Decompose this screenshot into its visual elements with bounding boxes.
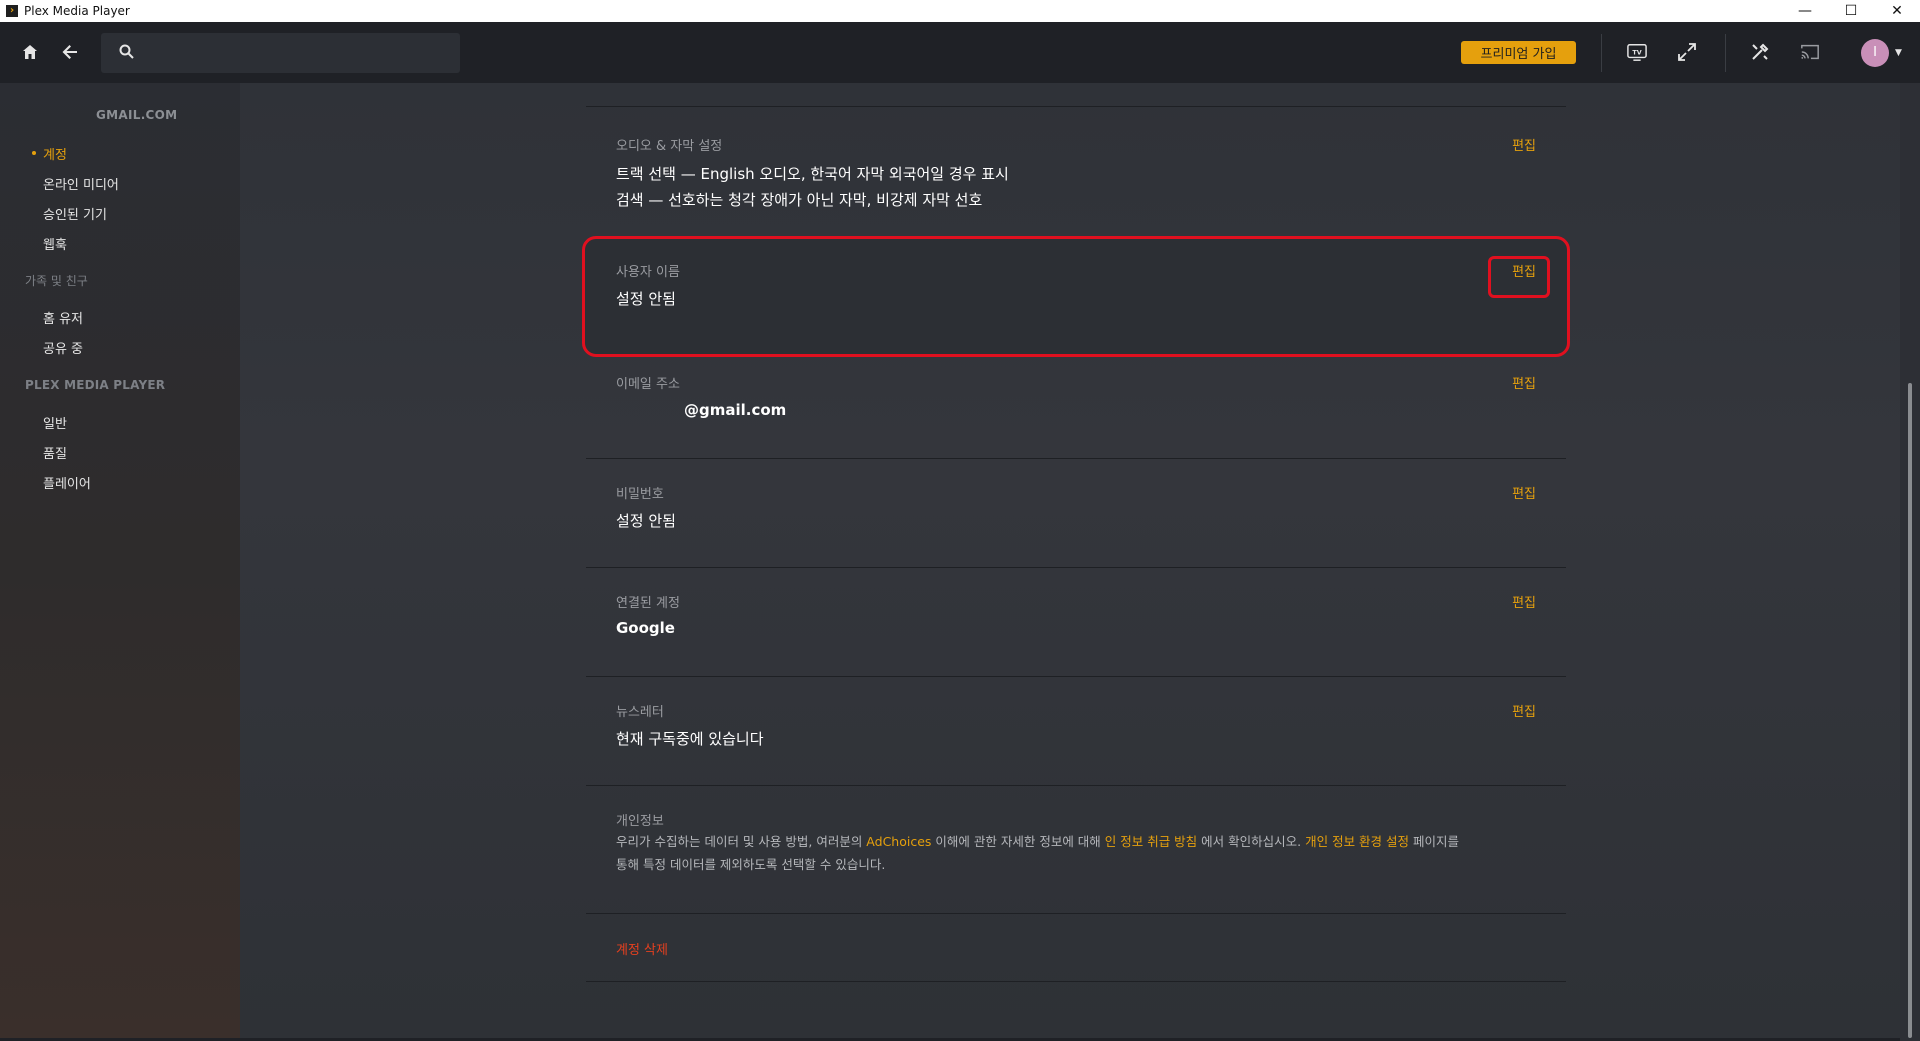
privacy-text-1: 우리가 수집하는 데이터 및 사용 방법, 여러분의 xyxy=(616,834,867,849)
linked-account-row: 연결된 계정 Google 편집 xyxy=(586,568,1566,677)
sidebar-item-player[interactable]: 플레이어 xyxy=(43,473,91,492)
scrollbar-thumb[interactable] xyxy=(1908,383,1912,1038)
privacy-policy-link[interactable]: 인 정보 취급 방침 xyxy=(1105,834,1197,849)
email-value: @gmail.com xyxy=(684,401,787,419)
username-value: 설정 안됨 xyxy=(616,290,676,308)
minimize-button[interactable]: — xyxy=(1782,0,1828,22)
privacy-preferences-link[interactable]: 개인 정보 환경 설정 xyxy=(1305,834,1409,849)
window-title: Plex Media Player xyxy=(24,4,130,18)
newsletter-edit-link[interactable]: 편집 xyxy=(1512,701,1536,720)
search-icon xyxy=(119,44,134,63)
divider xyxy=(1725,34,1726,72)
password-row: 비밀번호 설정 안됨 편집 xyxy=(586,459,1566,568)
fullscreen-icon[interactable] xyxy=(1677,42,1697,62)
main-scrollbar[interactable] xyxy=(1900,83,1920,1041)
sidebar-section-family: 가족 및 친구 xyxy=(25,274,88,288)
sidebar-item-quality[interactable]: 품질 xyxy=(43,443,67,462)
newsletter-label: 뉴스레터 xyxy=(616,705,664,720)
username-label: 사용자 이름 xyxy=(616,265,680,280)
edit-highlight-box xyxy=(1488,256,1550,298)
top-navigation-bar: 프리미엄 가입 TV I ▼ xyxy=(0,22,1920,83)
user-avatar[interactable]: I xyxy=(1861,38,1889,67)
privacy-label: 개인정보 xyxy=(616,814,664,829)
divider xyxy=(1601,34,1602,72)
window-controls: — ☐ ✕ xyxy=(1782,0,1920,22)
sidebar-section-player: PLEX MEDIA PLAYER xyxy=(25,378,166,392)
privacy-text-4: 페이지를 xyxy=(1409,834,1459,849)
sidebar-item-webhooks[interactable]: 웹훅 xyxy=(43,234,67,253)
sidebar-item-online-media[interactable]: 온라인 미디어 xyxy=(43,174,119,193)
account-email: GMAIL.COM xyxy=(96,108,178,122)
adchoices-link[interactable]: AdChoices xyxy=(866,834,931,849)
username-row: 사용자 이름 설정 안됨 편집 xyxy=(586,239,1566,354)
cast-icon[interactable] xyxy=(1800,42,1820,62)
active-indicator-icon xyxy=(32,151,36,155)
maximize-button[interactable]: ☐ xyxy=(1828,0,1874,22)
delete-account-row: 계정 삭제 xyxy=(586,914,1566,982)
audio-subtitle-label: 오디오 & 자막 설정 xyxy=(616,139,723,154)
privacy-row: 개인정보 우리가 수집하는 데이터 및 사용 방법, 여러분의 AdChoice… xyxy=(586,786,1566,914)
sidebar-item-sharing[interactable]: 공유 중 xyxy=(43,338,83,357)
search-input[interactable] xyxy=(144,45,444,61)
newsletter-value: 현재 구독중에 있습니다 xyxy=(616,730,764,748)
settings-sidebar: GMAIL.COM 계정 온라인 미디어 승인된 기기 웹훅 가족 및 친구 홈… xyxy=(0,83,240,1041)
plex-app-icon: › xyxy=(6,5,18,17)
settings-tools-icon[interactable] xyxy=(1750,42,1770,62)
newsletter-row: 뉴스레터 현재 구독중에 있습니다 편집 xyxy=(586,677,1566,786)
premium-signup-button[interactable]: 프리미엄 가입 xyxy=(1461,41,1576,64)
sidebar-item-account[interactable]: 계정 xyxy=(43,144,67,163)
svg-text:TV: TV xyxy=(1632,49,1641,56)
chevron-down-icon: ▼ xyxy=(1895,47,1902,58)
privacy-text-2: 이해에 관한 자세한 정보에 대해 xyxy=(931,834,1105,849)
linked-account-edit-link[interactable]: 편집 xyxy=(1512,592,1536,611)
home-icon[interactable] xyxy=(20,42,40,62)
email-row: 이메일 주소 @gmail.com 편집 xyxy=(586,353,1566,459)
privacy-text-3: 에서 확인하십시오. xyxy=(1197,834,1306,849)
sidebar-item-general[interactable]: 일반 xyxy=(43,413,67,432)
user-menu[interactable]: I ▼ xyxy=(1861,22,1902,83)
audio-track-selection: 트랙 선택 — English 오디오, 한국어 자막 외국어일 경우 표시 xyxy=(616,165,1009,183)
sidebar-item-authorized-devices[interactable]: 승인된 기기 xyxy=(43,204,107,223)
privacy-description: 우리가 수집하는 데이터 및 사용 방법, 여러분의 AdChoices 이해에… xyxy=(616,830,1546,876)
close-button[interactable]: ✕ xyxy=(1874,0,1920,22)
search-box[interactable] xyxy=(101,33,460,73)
linked-account-value: Google xyxy=(616,619,675,637)
password-label: 비밀번호 xyxy=(616,487,664,502)
email-label: 이메일 주소 xyxy=(616,377,680,392)
sidebar-item-home-users[interactable]: 홈 유저 xyxy=(43,308,83,327)
subtitle-search-preference: 검색 — 선호하는 청각 장애가 아닌 자막, 비강제 자막 선호 xyxy=(616,191,983,209)
delete-account-link[interactable]: 계정 삭제 xyxy=(616,939,668,958)
tv-mode-icon[interactable]: TV xyxy=(1627,42,1647,62)
audio-edit-link[interactable]: 편집 xyxy=(1512,135,1536,154)
password-value: 설정 안됨 xyxy=(616,512,676,530)
email-edit-link[interactable]: 편집 xyxy=(1512,373,1536,392)
account-settings-panel: 오디오 & 자막 설정 트랙 선택 — English 오디오, 한국어 자막 … xyxy=(240,83,1900,1041)
window-titlebar: › Plex Media Player — ☐ ✕ xyxy=(0,0,1920,22)
linked-account-label: 연결된 계정 xyxy=(616,596,680,611)
back-arrow-icon[interactable] xyxy=(60,42,80,62)
password-edit-link[interactable]: 편집 xyxy=(1512,483,1536,502)
audio-subtitle-settings-row: 오디오 & 자막 설정 트랙 선택 — English 오디오, 한국어 자막 … xyxy=(586,107,1566,229)
privacy-text-line2: 통해 특정 데이터를 제외하도록 선택할 수 있습니다. xyxy=(616,857,886,872)
